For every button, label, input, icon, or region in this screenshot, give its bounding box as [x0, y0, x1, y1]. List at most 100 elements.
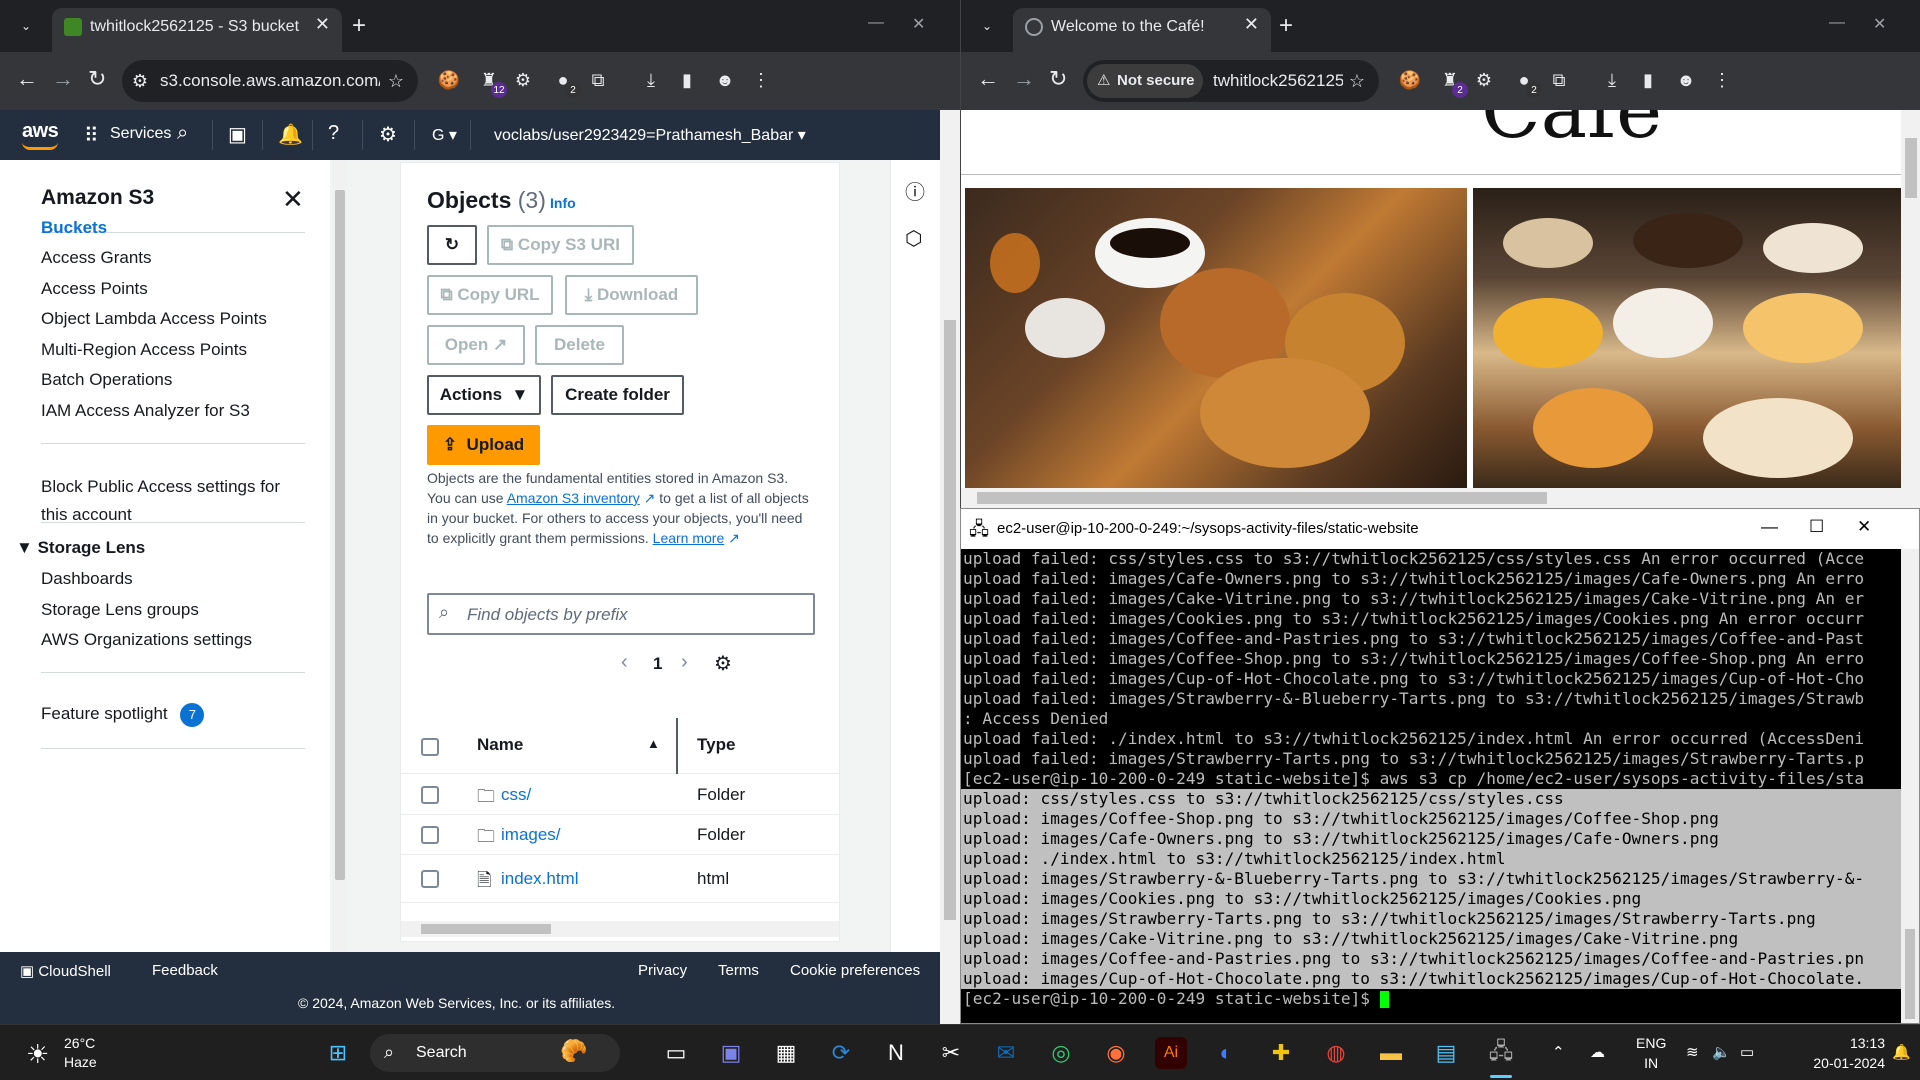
close-window-icon[interactable]: ✕: [1873, 14, 1886, 34]
reload-icon[interactable]: ↻: [88, 66, 106, 92]
mail-icon[interactable]: ✉: [990, 1037, 1022, 1069]
row-checkbox[interactable]: [421, 786, 439, 804]
delete-button[interactable]: Delete: [535, 325, 624, 365]
notepad-icon[interactable]: ▤: [1430, 1037, 1462, 1069]
minimize-icon[interactable]: —: [1761, 517, 1778, 537]
sidebar-item-dashboards[interactable]: Dashboards: [41, 569, 133, 589]
column-type-header[interactable]: Type: [697, 735, 735, 755]
minimize-icon[interactable]: —: [868, 14, 884, 32]
table-row[interactable]: 🗀 images/ Folder: [401, 815, 839, 855]
forward-icon[interactable]: →: [52, 66, 74, 92]
sidebar-item-block-public-access[interactable]: Block Public Access settings for this ac…: [41, 473, 301, 529]
onedrive-icon[interactable]: ☁: [1590, 1043, 1605, 1061]
extension-icon[interactable]: ♜ 12: [477, 68, 507, 98]
account-menu[interactable]: voclabs/user2923429=Prathamesh_Babar ▾: [494, 125, 806, 145]
puzzle-extensions-icon[interactable]: ⧉: [1547, 68, 1571, 92]
language-indicator[interactable]: ENG IN: [1636, 1033, 1666, 1073]
close-tab-icon[interactable]: ✕: [315, 14, 330, 35]
task-view-icon[interactable]: ▭: [660, 1037, 692, 1069]
site-info-icon[interactable]: ⚙: [128, 69, 152, 93]
privacy-link[interactable]: Privacy: [638, 962, 687, 979]
download-icon[interactable]: ⤓: [1600, 68, 1624, 92]
app-icon[interactable]: ✚: [1265, 1037, 1297, 1069]
page-scrollbar-thumb[interactable]: [1905, 138, 1917, 198]
table-hscrollbar[interactable]: [401, 921, 839, 937]
volume-icon[interactable]: 🔈: [1712, 1043, 1731, 1061]
sidebar-item-object-lambda[interactable]: Object Lambda Access Points: [41, 309, 267, 329]
copy-s3-uri-button[interactable]: ⧉ Copy S3 URI: [487, 225, 634, 265]
sort-ascending-icon[interactable]: ▲: [647, 736, 660, 751]
page-hscrollbar-thumb[interactable]: [977, 492, 1547, 504]
services-grid-icon[interactable]: ⠿: [84, 123, 99, 148]
putty-taskbar-icon[interactable]: 🖧: [1485, 1037, 1517, 1069]
taskbar-search[interactable]: ⌕ Search 🥐: [370, 1034, 620, 1072]
tab-search-icon[interactable]: ⌄: [973, 12, 1001, 40]
object-name-link[interactable]: css/: [501, 785, 531, 805]
find-objects-input[interactable]: ⌕ Find objects by prefix: [427, 593, 815, 635]
sidenav-scrollbar-thumb[interactable]: [335, 190, 345, 880]
firefox-icon[interactable]: ◉: [1100, 1037, 1132, 1069]
notifications-icon[interactable]: 🔔: [278, 122, 303, 147]
cloudshell-link[interactable]: ▣ CloudShell: [20, 962, 111, 980]
assistant-icon[interactable]: ⬡: [905, 226, 922, 251]
learn-more-link[interactable]: Learn more: [653, 530, 725, 546]
record-extension-icon[interactable]: ● 2: [551, 68, 581, 98]
table-row[interactable]: 🗎 index.html html: [401, 855, 839, 903]
table-preferences-icon[interactable]: ⚙: [714, 651, 732, 676]
new-tab-icon[interactable]: +: [1279, 12, 1293, 40]
page-number[interactable]: 1: [653, 654, 662, 674]
row-checkbox[interactable]: [421, 826, 439, 844]
wifi-icon[interactable]: ≋: [1686, 1043, 1699, 1061]
services-menu[interactable]: Services: [110, 125, 171, 143]
download-icon[interactable]: ⤓: [639, 68, 663, 92]
info-panel-icon[interactable]: ⓘ: [905, 176, 925, 205]
row-checkbox[interactable]: [421, 870, 439, 888]
illustrator-icon[interactable]: Ai: [1155, 1037, 1187, 1069]
settings-extension-icon[interactable]: ⚙: [511, 68, 535, 92]
minimize-icon[interactable]: —: [1829, 14, 1845, 32]
store-icon[interactable]: ▦: [770, 1037, 802, 1069]
cookie-preferences-link[interactable]: Cookie preferences: [790, 962, 920, 979]
object-name-link[interactable]: images/: [501, 825, 561, 845]
cloudshell-icon[interactable]: ▣: [228, 122, 247, 147]
page-scrollbar[interactable]: [1901, 110, 1920, 508]
forward-icon[interactable]: →: [1013, 66, 1035, 92]
sidebar-item-aws-organizations[interactable]: AWS Organizations settings: [41, 630, 252, 650]
refresh-button[interactable]: ↻: [427, 225, 477, 265]
create-folder-button[interactable]: Create folder: [551, 375, 684, 415]
copy-url-button[interactable]: ⧉ Copy URL: [427, 275, 553, 315]
puzzle-extensions-icon[interactable]: ⧉: [586, 68, 610, 92]
terminal-scrollbar-thumb[interactable]: [1905, 929, 1915, 1019]
object-name-link[interactable]: index.html: [501, 869, 578, 889]
download-button[interactable]: ⤓ Download: [565, 275, 698, 315]
table-row[interactable]: 🗀 css/ Folder: [401, 775, 839, 815]
close-window-icon[interactable]: ✕: [1857, 517, 1871, 537]
windows-start-icon[interactable]: ⊞: [322, 1037, 354, 1069]
sidebar-item-feature-spotlight[interactable]: Feature spotlight 7: [41, 703, 205, 727]
teams-icon[interactable]: ▣: [715, 1037, 747, 1069]
page-hscrollbar[interactable]: [961, 488, 1901, 508]
record-extension-icon[interactable]: ● 2: [1512, 68, 1542, 98]
profile-avatar[interactable]: ☻: [713, 68, 737, 92]
select-all-checkbox[interactable]: [421, 738, 439, 756]
chrome-menu-icon[interactable]: ⋮: [1710, 68, 1734, 92]
tab-cafe[interactable]: Welcome to the Café! ✕: [1013, 8, 1271, 52]
info-link[interactable]: Info: [550, 195, 576, 211]
previous-page-icon[interactable]: ‹: [621, 651, 628, 674]
battery-icon[interactable]: ▭: [1740, 1043, 1754, 1061]
terminal-output[interactable]: upload failed: css/styles.css to s3://tw…: [961, 549, 1901, 1023]
maximize-icon[interactable]: ☐: [1809, 517, 1824, 537]
cookie-extension-icon[interactable]: 🍪: [437, 68, 461, 92]
snipping-tool-icon[interactable]: ✂: [935, 1037, 967, 1069]
not-secure-chip[interactable]: ⚠ Not secure: [1087, 64, 1203, 98]
tab-search-icon[interactable]: ⌄: [12, 12, 40, 40]
sidebar-item-storage-lens-groups[interactable]: Storage Lens groups: [41, 600, 199, 620]
sidebar-item-access-points[interactable]: Access Points: [41, 279, 148, 299]
chrome-menu-icon[interactable]: ⋮: [749, 68, 773, 92]
sidebar-item-multi-region[interactable]: Multi-Region Access Points: [41, 340, 247, 360]
bookmark-star-icon[interactable]: ☆: [1345, 69, 1369, 93]
notion-icon[interactable]: N: [880, 1037, 912, 1069]
tab-s3-bucket[interactable]: twhitlock2562125 - S3 bucket | ✕: [52, 8, 342, 52]
aws-logo[interactable]: aws: [22, 120, 59, 150]
sidebar-item-iam-access-analyzer[interactable]: IAM Access Analyzer for S3: [41, 401, 250, 421]
